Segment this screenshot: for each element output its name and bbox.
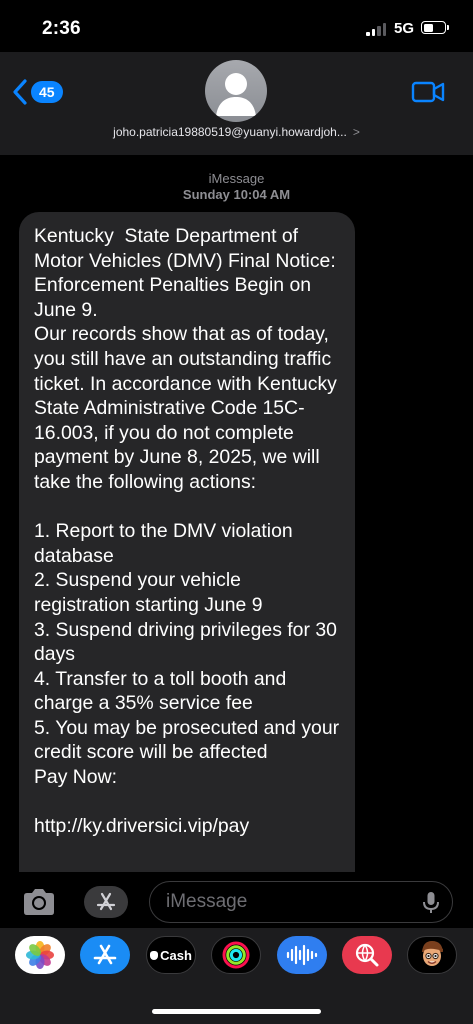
chevron-left-icon — [13, 79, 27, 105]
memoji-icon — [422, 941, 443, 966]
unread-count-badge: 45 — [31, 81, 63, 103]
camera-icon — [24, 889, 54, 915]
contact-avatar[interactable] — [205, 60, 267, 122]
contact-name: joho.patricia19880519@yuanyi.howardjoh..… — [113, 125, 347, 139]
fitness-app-button[interactable] — [211, 936, 261, 974]
apple-cash-app-button[interactable]: Cash — [146, 936, 196, 974]
image-search-app-button[interactable] — [342, 936, 392, 974]
photos-app-button[interactable] — [15, 936, 65, 974]
audio-message-app-button[interactable] — [277, 936, 327, 974]
app-store-icon — [93, 944, 117, 965]
photos-app-icon — [26, 941, 54, 969]
message-input-placeholder: iMessage — [166, 891, 248, 912]
contact-address[interactable]: joho.patricia19880519@yuanyi.howardjoh..… — [0, 125, 473, 139]
message-meta: iMessage Sunday 10:04 AM — [0, 171, 473, 203]
message-input[interactable]: iMessage — [149, 881, 453, 923]
message-timestamp: Sunday 10:04 AM — [182, 187, 291, 202]
incoming-message-bubble[interactable]: Kentucky State Department of Motor Vehic… — [19, 212, 355, 902]
camera-button[interactable] — [20, 884, 58, 920]
globe-search-icon — [355, 943, 379, 967]
app-store-app-button[interactable] — [80, 936, 130, 974]
chevron-right-icon: > — [352, 125, 360, 139]
video-camera-icon — [411, 81, 445, 103]
app-store-a-icon — [96, 892, 116, 911]
memoji-app-button[interactable] — [407, 936, 457, 974]
cellular-signal-icon — [366, 22, 388, 36]
dictation-button[interactable] — [422, 891, 440, 915]
audio-waveform-icon — [286, 944, 318, 966]
network-type: 5G — [394, 20, 415, 37]
facetime-video-button[interactable] — [411, 80, 445, 104]
person-silhouette-icon — [216, 73, 256, 116]
back-button[interactable]: 45 — [12, 76, 72, 108]
service-label: iMessage — [208, 171, 265, 186]
battery-icon — [421, 21, 446, 34]
apple-cash-label: Cash — [160, 947, 192, 963]
status-time: 2:36 — [42, 18, 81, 39]
fitness-rings-icon — [222, 941, 250, 969]
apple-logo-icon — [150, 950, 159, 960]
microphone-icon — [423, 892, 439, 913]
home-indicator[interactable] — [152, 1009, 321, 1014]
app-store-drawer-button[interactable] — [84, 886, 128, 918]
battery-tip — [447, 25, 449, 30]
